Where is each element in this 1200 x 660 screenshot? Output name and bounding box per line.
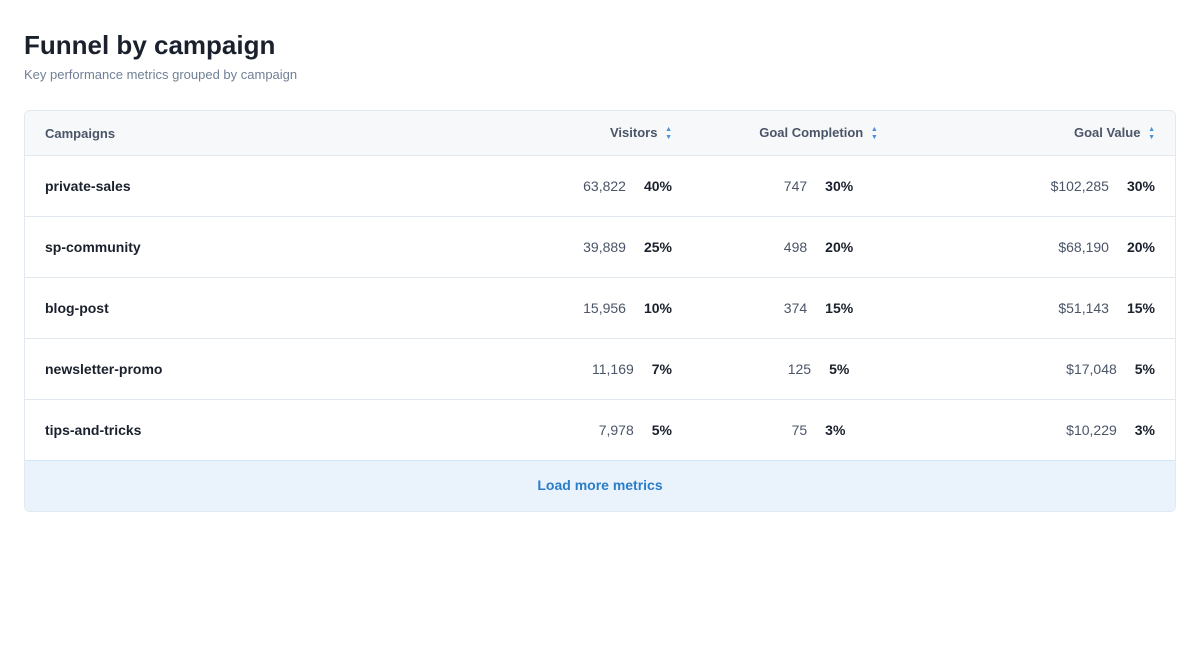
col-header-campaigns: Campaigns <box>25 111 462 156</box>
visitors-count: 7,978 <box>599 422 634 438</box>
visitors-cell: 15,956 10% <box>462 278 692 339</box>
goal-value-amount: $51,143 <box>1058 300 1109 316</box>
campaign-name: tips-and-tricks <box>45 422 141 438</box>
goal-percent: 3% <box>825 422 845 438</box>
goal-value-cell: $68,190 20% <box>945 217 1175 278</box>
col-header-visitors[interactable]: Visitors <box>462 111 692 156</box>
page-title: Funnel by campaign <box>24 30 1176 61</box>
goal-value-percent: 15% <box>1127 300 1155 316</box>
table-row: tips-and-tricks 7,978 5% 75 3% $10,229 3… <box>25 400 1175 461</box>
funnel-table-container: Campaigns Visitors Goal Completion Goal … <box>24 110 1176 512</box>
table-row: blog-post 15,956 10% 374 15% $51,143 15% <box>25 278 1175 339</box>
campaign-name: private-sales <box>45 178 131 194</box>
goal-count: 747 <box>784 178 807 194</box>
goal-value-amount: $17,048 <box>1066 361 1117 377</box>
goal-completion-cell: 75 3% <box>692 400 945 461</box>
goal-value-percent: 30% <box>1127 178 1155 194</box>
sort-icon-visitors <box>665 126 672 141</box>
goal-value-cell: $17,048 5% <box>945 339 1175 400</box>
goal-completion-cell: 498 20% <box>692 217 945 278</box>
funnel-table: Campaigns Visitors Goal Completion Goal … <box>25 111 1175 511</box>
table-row: sp-community 39,889 25% 498 20% $68,190 … <box>25 217 1175 278</box>
goal-value-cell: $51,143 15% <box>945 278 1175 339</box>
visitors-count: 15,956 <box>583 300 626 316</box>
table-row: newsletter-promo 11,169 7% 125 5% $17,04… <box>25 339 1175 400</box>
goal-percent: 30% <box>825 178 853 194</box>
visitors-percent: 40% <box>644 178 672 194</box>
goal-percent: 5% <box>829 361 849 377</box>
sort-icon-goal-completion <box>871 126 878 141</box>
campaign-name: blog-post <box>45 300 109 316</box>
visitors-percent: 25% <box>644 239 672 255</box>
campaign-name-cell: private-sales <box>25 156 462 217</box>
goal-value-percent: 3% <box>1135 422 1155 438</box>
visitors-count: 11,169 <box>592 361 634 377</box>
goal-completion-cell: 747 30% <box>692 156 945 217</box>
visitors-percent: 10% <box>644 300 672 316</box>
page-subtitle: Key performance metrics grouped by campa… <box>24 67 1176 82</box>
campaign-name-cell: tips-and-tricks <box>25 400 462 461</box>
visitors-cell: 7,978 5% <box>462 400 692 461</box>
goal-value-amount: $68,190 <box>1058 239 1109 255</box>
load-more-row: Load more metrics <box>25 461 1175 512</box>
col-header-goal-completion[interactable]: Goal Completion <box>692 111 945 156</box>
visitors-percent: 7% <box>652 361 672 377</box>
goal-value-percent: 5% <box>1135 361 1155 377</box>
table-body: private-sales 63,822 40% 747 30% $102,28… <box>25 156 1175 461</box>
goal-value-cell: $10,229 3% <box>945 400 1175 461</box>
campaign-name: sp-community <box>45 239 141 255</box>
goal-percent: 15% <box>825 300 853 316</box>
campaign-name-cell: newsletter-promo <box>25 339 462 400</box>
goal-value-percent: 20% <box>1127 239 1155 255</box>
goal-completion-cell: 125 5% <box>692 339 945 400</box>
load-more-button[interactable]: Load more metrics <box>537 477 662 493</box>
visitors-percent: 5% <box>652 422 672 438</box>
campaign-name-cell: blog-post <box>25 278 462 339</box>
campaign-name-cell: sp-community <box>25 217 462 278</box>
col-header-goal-value[interactable]: Goal Value <box>945 111 1175 156</box>
goal-percent: 20% <box>825 239 853 255</box>
visitors-count: 63,822 <box>583 178 626 194</box>
goal-count: 125 <box>788 361 811 377</box>
sort-icon-goal-value <box>1148 126 1155 141</box>
visitors-cell: 63,822 40% <box>462 156 692 217</box>
goal-value-amount: $102,285 <box>1051 178 1109 194</box>
visitors-cell: 11,169 7% <box>462 339 692 400</box>
visitors-cell: 39,889 25% <box>462 217 692 278</box>
goal-count: 374 <box>784 300 807 316</box>
goal-value-cell: $102,285 30% <box>945 156 1175 217</box>
goal-completion-cell: 374 15% <box>692 278 945 339</box>
table-row: private-sales 63,822 40% 747 30% $102,28… <box>25 156 1175 217</box>
goal-value-amount: $10,229 <box>1066 422 1117 438</box>
goal-count: 75 <box>792 422 808 438</box>
visitors-count: 39,889 <box>583 239 626 255</box>
campaign-name: newsletter-promo <box>45 361 162 377</box>
table-header-row: Campaigns Visitors Goal Completion Goal … <box>25 111 1175 156</box>
goal-count: 498 <box>784 239 807 255</box>
